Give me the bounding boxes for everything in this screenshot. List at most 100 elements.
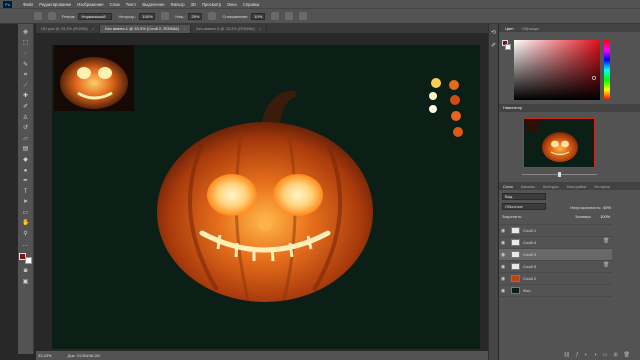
layer-name: Слой 1 bbox=[523, 228, 537, 233]
eraser-tool-icon[interactable]: ▱ bbox=[22, 136, 29, 143]
menu-filter[interactable]: Фильтр bbox=[171, 2, 185, 7]
zoom-tool-icon[interactable]: ⚲ bbox=[22, 231, 29, 238]
move-tool-icon[interactable]: ✥ bbox=[22, 30, 29, 37]
color-swatches[interactable] bbox=[19, 253, 32, 265]
menu-view[interactable]: Просмотр bbox=[202, 2, 221, 7]
menu-edit[interactable]: Редактирование bbox=[39, 2, 71, 7]
gear-icon[interactable] bbox=[271, 12, 280, 20]
layer-row[interactable]: ◉ Слой 2 bbox=[499, 272, 612, 284]
layer-row-selected[interactable]: ◉ Слой 3 bbox=[499, 248, 612, 260]
brush-preset-icon[interactable] bbox=[34, 12, 42, 20]
adjustment-icon[interactable]: ◑ bbox=[594, 352, 597, 359]
gradient-tool-icon[interactable]: ▤ bbox=[22, 146, 29, 153]
close-icon[interactable]: × bbox=[183, 26, 185, 31]
link-icon[interactable]: ⛓ bbox=[564, 352, 570, 359]
dodge-tool-icon[interactable]: ● bbox=[22, 168, 29, 175]
opacity-field[interactable]: 100% bbox=[139, 12, 156, 20]
eye-icon[interactable]: ◉ bbox=[499, 228, 507, 234]
close-icon[interactable]: × bbox=[259, 26, 261, 31]
menu-file[interactable]: Файл bbox=[23, 2, 33, 7]
tab-color[interactable]: Цвет bbox=[501, 26, 518, 31]
close-icon[interactable]: × bbox=[92, 26, 94, 31]
navigator-title[interactable]: Навигатор bbox=[499, 105, 526, 110]
crop-tool-icon[interactable]: ⌗ bbox=[22, 72, 29, 79]
blur-tool-icon[interactable]: ◆ bbox=[22, 157, 29, 164]
menu-window[interactable]: Окно bbox=[227, 2, 237, 7]
menu-layers[interactable]: Слои bbox=[110, 2, 120, 7]
path-select-tool-icon[interactable]: ➤ bbox=[22, 199, 29, 206]
menu-select[interactable]: Выделение bbox=[142, 2, 164, 7]
menu-help[interactable]: Справка bbox=[243, 2, 259, 7]
symmetry-icon[interactable] bbox=[299, 12, 308, 20]
smoothing-field[interactable]: 10% bbox=[251, 12, 266, 20]
fx-icon[interactable]: ƒ bbox=[576, 352, 579, 359]
brush-tool-icon[interactable]: ✐ bbox=[22, 104, 29, 111]
hand-tool-icon[interactable]: ✋ bbox=[22, 220, 29, 227]
color-picker-field[interactable] bbox=[514, 40, 600, 100]
layer-row[interactable]: ◉ Слой 5 bbox=[499, 260, 612, 272]
tab-swatches[interactable]: Образцы bbox=[518, 26, 543, 31]
eye-icon[interactable]: ◉ bbox=[499, 240, 507, 246]
more-tools-icon[interactable]: … bbox=[22, 242, 29, 249]
navigator-zoom-slider[interactable] bbox=[522, 172, 597, 177]
marquee-tool-icon[interactable]: ⬚ bbox=[22, 40, 29, 47]
document-canvas[interactable] bbox=[52, 45, 480, 349]
tab-untitled-3[interactable]: Без имени-3 @ 33,3% (RGB/8#) × bbox=[191, 25, 268, 33]
color-panel-swatches[interactable] bbox=[502, 40, 511, 50]
airbrush-icon[interactable] bbox=[208, 12, 217, 20]
quick-mask-icon[interactable]: ◙ bbox=[22, 268, 29, 275]
eye-icon[interactable]: ◉ bbox=[499, 288, 507, 294]
document-size: Док: 24,9M/46,2M bbox=[67, 353, 100, 358]
fill-field[interactable]: 100% bbox=[600, 214, 610, 219]
menu-3d[interactable]: 3D bbox=[191, 2, 196, 7]
screen-mode-icon[interactable]: ▣ bbox=[22, 279, 29, 286]
quick-select-tool-icon[interactable]: ✎ bbox=[22, 62, 29, 69]
trash-icon[interactable]: 🗑 bbox=[603, 262, 609, 268]
type-tool-icon[interactable]: T bbox=[22, 189, 29, 196]
tab-history[interactable]: История bbox=[590, 184, 614, 189]
pressure-field[interactable]: 29% bbox=[188, 12, 203, 20]
layer-opacity-field[interactable]: 40% bbox=[603, 205, 611, 210]
history-panel-icon[interactable]: ⟲ bbox=[490, 30, 497, 37]
lock-label: Закрепить: bbox=[502, 214, 523, 219]
layer-row[interactable]: ◉ Фон bbox=[499, 284, 612, 296]
layer-row[interactable]: ◉ Слой 1 bbox=[499, 224, 612, 236]
blend-mode-select[interactable]: Обычные bbox=[502, 203, 546, 210]
layer-filter-kind[interactable]: Вид bbox=[502, 193, 546, 200]
trash-icon[interactable]: 🗑 bbox=[603, 238, 609, 244]
folder-icon[interactable]: ▭ bbox=[603, 352, 608, 359]
history-brush-tool-icon[interactable]: ↺ bbox=[22, 125, 29, 132]
tab-hd-psd[interactable]: HD.psd @ 33,3% (RGB/8) × bbox=[36, 25, 101, 33]
mask-icon[interactable]: ◐ bbox=[585, 352, 588, 359]
eye-icon[interactable]: ◉ bbox=[499, 252, 507, 258]
brush-panel-icon[interactable]: ✐ bbox=[490, 43, 497, 50]
eyedropper-tool-icon[interactable]: ⟋ bbox=[22, 83, 29, 90]
layer-row[interactable]: ◉ Слой 4 bbox=[499, 236, 612, 248]
eye-icon[interactable]: ◉ bbox=[499, 264, 507, 270]
background-color-swatch[interactable] bbox=[25, 257, 32, 265]
tab-untitled-1[interactable]: Без имени-1 @ 33,3% (Слой 2, RGB/8#) × bbox=[100, 25, 192, 33]
healing-tool-icon[interactable]: ✚ bbox=[22, 93, 29, 100]
shape-tool-icon[interactable]: ▭ bbox=[22, 210, 29, 217]
tab-paths[interactable]: Контуры bbox=[539, 184, 563, 189]
eye-icon[interactable]: ◉ bbox=[499, 276, 507, 282]
navigator-preview bbox=[525, 120, 578, 162]
tab-adjustments[interactable]: Настройки bbox=[563, 184, 591, 189]
stamp-tool-icon[interactable]: ♙ bbox=[22, 115, 29, 122]
pumpkin bbox=[157, 90, 373, 302]
new-layer-icon[interactable]: ⊞ bbox=[613, 352, 617, 359]
navigator-thumbnail[interactable] bbox=[523, 118, 595, 168]
mode-select[interactable]: Нормальный bbox=[78, 12, 113, 20]
tab-channels[interactable]: Каналы bbox=[517, 184, 539, 189]
pressure-opacity-icon[interactable] bbox=[161, 12, 170, 20]
menu-type[interactable]: Текст bbox=[126, 2, 137, 7]
pen-tool-icon[interactable]: ✒ bbox=[22, 178, 29, 185]
lasso-tool-icon[interactable]: ◌ bbox=[22, 51, 29, 58]
zoom-level[interactable]: 33,33% bbox=[38, 353, 52, 358]
brush-panel-icon[interactable] bbox=[48, 12, 56, 20]
hue-slider[interactable] bbox=[604, 40, 610, 100]
tab-layers[interactable]: Слои bbox=[499, 184, 517, 189]
delete-layer-icon[interactable]: 🗑 bbox=[624, 352, 630, 359]
menu-image[interactable]: Изображение bbox=[77, 2, 103, 7]
pressure-size-icon[interactable] bbox=[285, 12, 294, 20]
